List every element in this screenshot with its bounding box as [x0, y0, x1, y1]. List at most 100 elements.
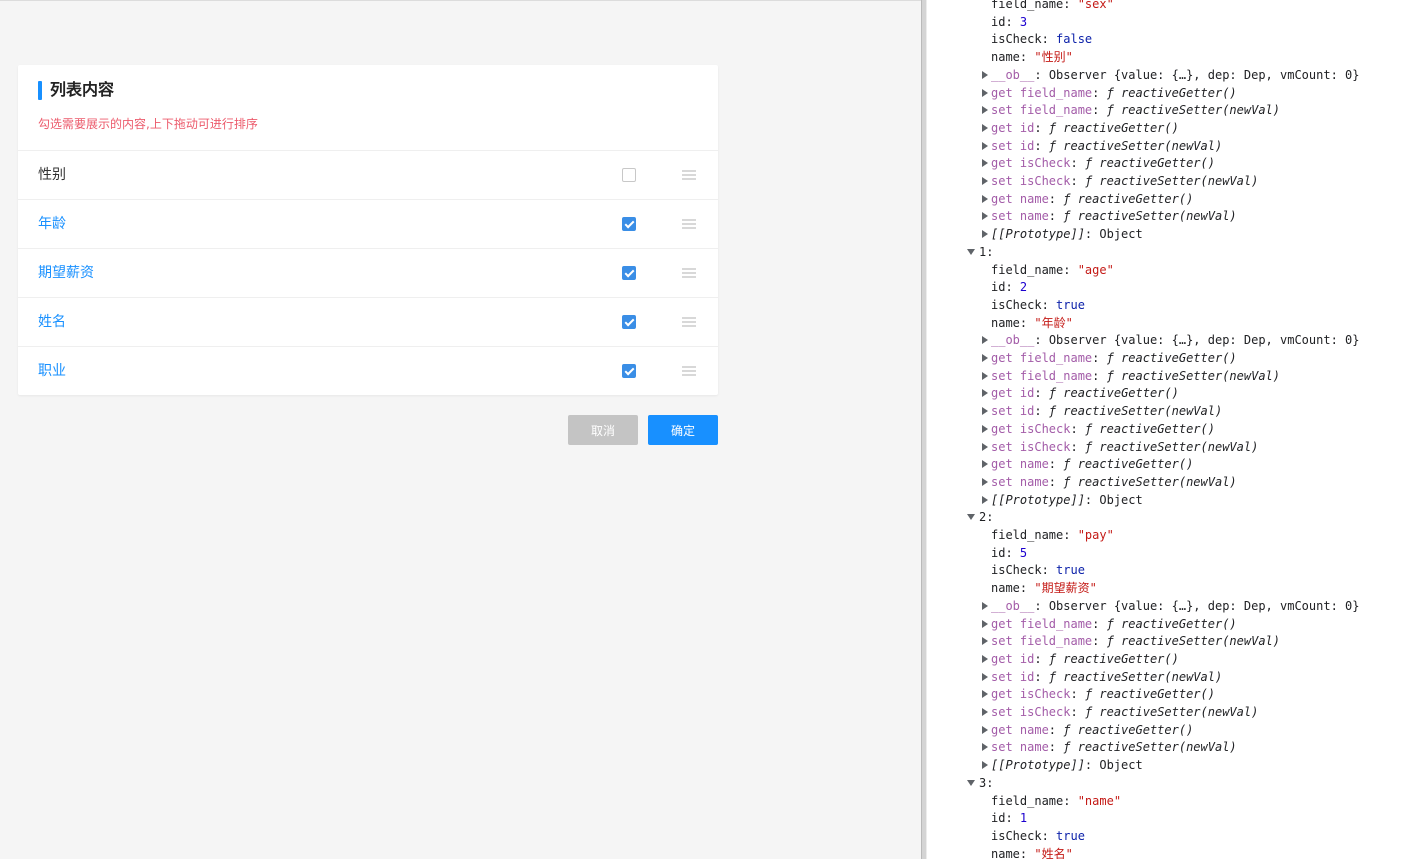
console-prototype-entry[interactable]: [[Prototype]]: Object — [982, 756, 1143, 774]
expand-triangle-icon[interactable] — [982, 70, 988, 79]
expand-triangle-icon[interactable] — [982, 424, 988, 433]
console-accessor-entry[interactable]: get id: ƒ reactiveGetter() — [982, 384, 1179, 402]
console-observer-entry[interactable]: __ob__: Observer {value: {…}, dep: Dep, … — [982, 66, 1359, 84]
list-item[interactable]: 职业 — [18, 347, 718, 395]
expand-triangle-icon[interactable] — [982, 672, 988, 681]
console-property: name: "年龄" — [991, 315, 1073, 330]
expand-triangle-icon[interactable] — [982, 637, 988, 646]
expand-triangle-icon[interactable] — [982, 761, 988, 770]
list-item-label: 性别 — [38, 167, 66, 183]
console-property: name: "期望薪资" — [991, 581, 1097, 596]
expand-triangle-icon[interactable] — [982, 389, 988, 398]
console-array-index[interactable]: 2: — [967, 508, 993, 526]
list-item[interactable]: 姓名 — [18, 298, 718, 347]
expand-triangle-icon[interactable] — [982, 619, 988, 628]
console-accessor-entry[interactable]: set field_name: ƒ reactiveSetter(newVal) — [982, 101, 1280, 119]
expand-triangle-icon[interactable] — [982, 407, 988, 416]
list-item-checkbox[interactable] — [622, 266, 636, 280]
console-accessor-entry[interactable]: set id: ƒ reactiveSetter(newVal) — [982, 402, 1222, 420]
expand-triangle-icon[interactable] — [982, 654, 988, 663]
list-item-checkbox[interactable] — [622, 168, 636, 182]
console-accessor-entry[interactable]: get isCheck: ƒ reactiveGetter() — [982, 154, 1215, 172]
console-array-index[interactable]: 1: — [967, 243, 993, 261]
drag-handle-icon[interactable] — [682, 268, 696, 279]
console-accessor-entry[interactable]: get field_name: ƒ reactiveGetter() — [982, 84, 1237, 102]
console-accessor-entry[interactable]: get name: ƒ reactiveGetter() — [982, 721, 1193, 739]
console-value: "姓名" — [1034, 846, 1073, 859]
console-key: id — [991, 545, 1006, 560]
list-item[interactable]: 期望薪资 — [18, 249, 718, 298]
console-accessor-entry[interactable]: set isCheck: ƒ reactiveSetter(newVal) — [982, 703, 1258, 721]
drag-handle-icon[interactable] — [682, 170, 696, 181]
console-accessor-entry[interactable]: get field_name: ƒ reactiveGetter() — [982, 349, 1237, 367]
console-accessor-entry[interactable]: set name: ƒ reactiveSetter(newVal) — [982, 207, 1237, 225]
console-array-index[interactable]: 3: — [967, 774, 993, 792]
list-item-checkbox[interactable] — [622, 217, 636, 231]
expand-triangle-icon[interactable] — [982, 690, 988, 699]
console-accessor-entry[interactable]: set name: ƒ reactiveSetter(newVal) — [982, 738, 1237, 756]
expand-triangle-icon[interactable] — [982, 159, 988, 168]
console-value: reactiveGetter() — [1063, 120, 1179, 135]
expand-triangle-icon[interactable] — [982, 725, 988, 734]
expand-triangle-icon[interactable] — [982, 336, 988, 345]
expand-triangle-icon[interactable] — [982, 601, 988, 610]
console-value: Observer {value: {…}, dep: Dep, vmCount:… — [1048, 598, 1360, 613]
console-accessor-entry[interactable]: get name: ƒ reactiveGetter() — [982, 455, 1193, 473]
console-accessor-entry[interactable]: set id: ƒ reactiveSetter(newVal) — [982, 668, 1222, 686]
console-accessor-entry[interactable]: set field_name: ƒ reactiveSetter(newVal) — [982, 632, 1280, 650]
expand-triangle-icon[interactable] — [982, 477, 988, 486]
console-prototype-entry[interactable]: [[Prototype]]: Object — [982, 225, 1143, 243]
console-accessor-entry[interactable]: get id: ƒ reactiveGetter() — [982, 119, 1179, 137]
expand-triangle-icon[interactable] — [982, 354, 988, 362]
console-observer-entry[interactable]: __ob__: Observer {value: {…}, dep: Dep, … — [982, 331, 1359, 349]
console-key: set field_name — [991, 103, 1093, 118]
expand-triangle-icon[interactable] — [982, 88, 988, 97]
expand-triangle-icon[interactable] — [982, 177, 988, 185]
expand-triangle-icon[interactable] — [982, 442, 988, 451]
list-item[interactable]: 性别 — [18, 151, 718, 200]
drag-handle-icon[interactable] — [682, 317, 696, 328]
console-accessor-entry[interactable]: set isCheck: ƒ reactiveSetter(newVal) — [982, 438, 1258, 456]
console-value: reactiveSetter(newVal) — [1121, 103, 1281, 118]
function-glyph-icon: ƒ — [1063, 474, 1078, 489]
expand-triangle-icon[interactable] — [982, 212, 988, 221]
console-accessor-entry[interactable]: get id: ƒ reactiveGetter() — [982, 650, 1179, 668]
expand-triangle-icon[interactable] — [982, 123, 988, 132]
list-item-checkbox[interactable] — [622, 315, 636, 329]
list-item[interactable]: 年龄 — [18, 200, 718, 249]
expand-triangle-icon[interactable] — [982, 141, 988, 150]
expand-triangle-icon[interactable] — [982, 743, 988, 752]
console-key: [[Prototype]] — [991, 758, 1085, 773]
expand-triangle-icon[interactable] — [982, 106, 988, 115]
list-item-checkbox[interactable] — [622, 364, 636, 378]
console-accessor-entry[interactable]: get name: ƒ reactiveGetter() — [982, 190, 1193, 208]
console-accessor-entry[interactable]: set isCheck: ƒ reactiveSetter(newVal) — [982, 172, 1258, 190]
expand-triangle-icon[interactable] — [982, 371, 988, 380]
cancel-button[interactable]: 取消 — [568, 415, 638, 445]
console-observer-entry[interactable]: __ob__: Observer {value: {…}, dep: Dep, … — [982, 597, 1359, 615]
expand-triangle-icon[interactable] — [982, 460, 988, 469]
console-accessor-entry[interactable]: set id: ƒ reactiveSetter(newVal) — [982, 137, 1222, 155]
console-key: field_name — [991, 793, 1064, 808]
console-prototype-entry[interactable]: [[Prototype]]: Object — [982, 491, 1143, 509]
console-key: set name — [991, 474, 1049, 489]
console-key: get name — [991, 457, 1049, 472]
expand-triangle-icon[interactable] — [982, 230, 988, 239]
confirm-button[interactable]: 确定 — [648, 415, 718, 445]
expand-triangle-icon[interactable] — [982, 194, 988, 203]
console-value: reactiveGetter() — [1077, 191, 1194, 206]
expand-triangle-icon[interactable] — [982, 495, 988, 504]
console-accessor-entry[interactable]: get isCheck: ƒ reactiveGetter() — [982, 420, 1215, 438]
collapse-triangle-icon[interactable] — [967, 779, 975, 786]
console-accessor-entry[interactable]: get isCheck: ƒ reactiveGetter() — [982, 685, 1215, 703]
drag-handle-icon[interactable] — [682, 366, 696, 377]
drag-handle-icon[interactable] — [682, 219, 696, 230]
collapse-triangle-icon[interactable] — [967, 514, 975, 521]
console-value: reactiveSetter(newVal) — [1099, 439, 1259, 454]
console-accessor-entry[interactable]: get field_name: ƒ reactiveGetter() — [982, 615, 1237, 633]
function-glyph-icon: ƒ — [1084, 705, 1100, 719]
console-accessor-entry[interactable]: set name: ƒ reactiveSetter(newVal) — [982, 473, 1237, 491]
expand-triangle-icon[interactable] — [982, 708, 988, 716]
collapse-triangle-icon[interactable] — [967, 248, 975, 255]
console-accessor-entry[interactable]: set field_name: ƒ reactiveSetter(newVal) — [982, 367, 1280, 385]
